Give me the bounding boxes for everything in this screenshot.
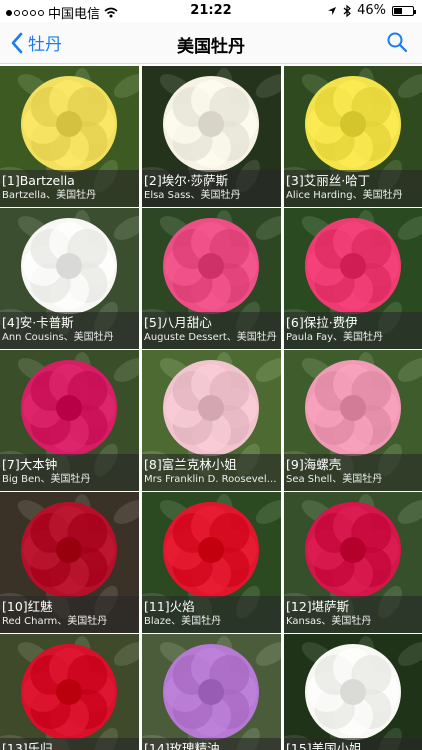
tile-subtitle: Sea Shell、美国牡丹 [286,474,383,485]
tile-subtitle: Kansas、美国牡丹 [286,616,372,627]
tile-title: [15]美国小姐 [286,741,362,750]
tile-subtitle: Alice Harding、美国牡丹 [286,190,403,201]
peony-tile[interactable]: [15]美国小姐 [284,634,422,750]
tile-title: [14]玫瑰精油 [144,741,220,750]
tile-caption: [10]红魅 Red Charm、美国牡丹 [0,596,139,633]
tile-subtitle: Elsa Sass、美国牡丹 [144,190,241,201]
peony-grid: [1]Bartzella Bartzella、美国牡丹 [2]埃尔·莎萨斯 Elsa … [0,64,422,750]
tile-caption: [5]八月甜心 Auguste Dessert、美国牡丹 [142,312,281,349]
tile-subtitle: Red Charm、美国牡丹 [2,616,108,627]
tile-caption: [9]海螺壳 Sea Shell、美国牡丹 [284,454,422,491]
tile-title: [3]艾丽丝·哈丁 [286,173,371,188]
peony-tile[interactable]: [6]保拉·费伊 Paula Fay、美国牡丹 [284,208,422,349]
tile-caption: [8]富兰克林小姐 Mrs Franklin D. Roosevelt、美国牡丹 [142,454,281,491]
tile-caption: [4]安·卡普斯 Ann Cousins、美国牡丹 [0,312,139,349]
peony-tile[interactable]: [12]堪萨斯 Kansas、美国牡丹 [284,492,422,633]
peony-tile[interactable]: [3]艾丽丝·哈丁 Alice Harding、美国牡丹 [284,66,422,207]
tile-title: [6]保拉·费伊 [286,315,358,330]
tile-title: [4]安·卡普斯 [2,315,74,330]
peony-photo [142,634,281,750]
peony-tile[interactable]: [14]玫瑰精油 [142,634,281,750]
peony-tile[interactable]: [4]安·卡普斯 Ann Cousins、美国牡丹 [0,208,139,349]
tile-title: [12]堪萨斯 [286,599,350,614]
peony-tile[interactable]: [8]富兰克林小姐 Mrs Franklin D. Roosevelt、美国牡丹 [142,350,281,491]
peony-tile[interactable]: [11]火焰 Blaze、美国牡丹 [142,492,281,633]
tile-subtitle: Paula Fay、美国牡丹 [286,332,384,343]
search-icon [387,32,408,53]
peony-tile[interactable]: [10]红魅 Red Charm、美国牡丹 [0,492,139,633]
tile-caption: [1]Bartzella Bartzella、美国牡丹 [0,170,139,207]
tile-title: [13]乐归 [2,741,53,750]
battery-icon [392,5,416,16]
location-arrow-icon [328,6,337,15]
tile-caption: [15]美国小姐 [284,738,422,750]
peony-tile[interactable]: [13]乐归 [0,634,139,750]
peony-photo [0,634,139,750]
tile-caption: [3]艾丽丝·哈丁 Alice Harding、美国牡丹 [284,170,422,207]
tile-caption: [6]保拉·费伊 Paula Fay、美国牡丹 [284,312,422,349]
tile-title: [5]八月甜心 [144,315,212,330]
peony-photo [284,634,422,750]
tile-caption: [12]堪萨斯 Kansas、美国牡丹 [284,596,422,633]
page-title: 美国牡丹 [177,37,245,57]
tile-subtitle: Ann Cousins、美国牡丹 [2,332,114,343]
peony-tile[interactable]: [9]海螺壳 Sea Shell、美国牡丹 [284,350,422,491]
tile-subtitle: Big Ben、美国牡丹 [2,474,91,485]
search-button[interactable] [386,31,408,57]
peony-tile[interactable]: [5]八月甜心 Auguste Dessert、美国牡丹 [142,208,281,349]
status-bar: 中国电信 21:22 46% [0,0,422,22]
tile-subtitle: Blaze、美国牡丹 [144,616,222,627]
tile-title: [1]Bartzella [2,173,75,188]
peony-tile[interactable]: [2]埃尔·莎萨斯 Elsa Sass、美国牡丹 [142,66,281,207]
battery-percent: 46% [357,3,386,18]
peony-tile[interactable]: [1]Bartzella Bartzella、美国牡丹 [0,66,139,207]
tile-title: [2]埃尔·莎萨斯 [144,173,229,188]
peony-tile[interactable]: [7]大本钟 Big Ben、美国牡丹 [0,350,139,491]
tile-title: [7]大本钟 [2,457,58,472]
navigation-bar: 牡丹 美国牡丹 [0,22,422,64]
tile-caption: [7]大本钟 Big Ben、美国牡丹 [0,454,139,491]
tile-title: [8]富兰克林小姐 [144,457,237,472]
tile-title: [10]红魅 [2,599,53,614]
tile-caption: [14]玫瑰精油 [142,738,281,750]
tile-caption: [11]火焰 Blaze、美国牡丹 [142,596,281,633]
tile-subtitle: Auguste Dessert、美国牡丹 [144,332,277,343]
status-right: 46% [327,3,416,18]
tile-caption: [2]埃尔·莎萨斯 Elsa Sass、美国牡丹 [142,170,281,207]
bluetooth-icon [343,4,352,17]
tile-subtitle: Mrs Franklin D. Roosevelt、美国牡丹 [144,474,277,485]
tile-title: [9]海螺壳 [286,457,342,472]
tile-title: [11]火焰 [144,599,195,614]
tile-subtitle: Bartzella、美国牡丹 [2,190,97,201]
tile-caption: [13]乐归 [0,738,139,750]
